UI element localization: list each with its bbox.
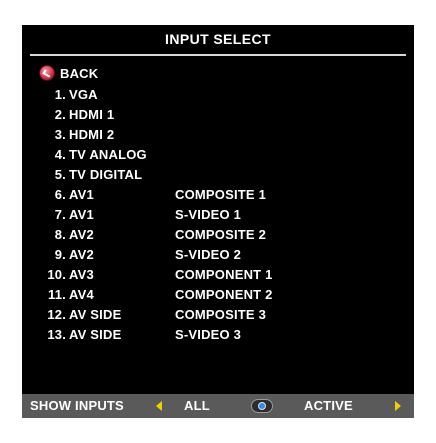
input-name: TV ANALOG <box>69 147 147 162</box>
input-item-av2-svideo[interactable]: 9. AV2 S-VIDEO 2 <box>22 245 414 265</box>
show-inputs-bar: SHOW INPUTS ALL ACTIVE <box>22 394 414 418</box>
arrow-left-icon[interactable] <box>156 401 162 411</box>
input-name: VGA <box>69 87 98 102</box>
input-type: COMPOSITE 2 <box>175 227 267 242</box>
input-type: S-VIDEO 1 <box>175 207 242 222</box>
input-item-av1-svideo[interactable]: 7. AV1 S-VIDEO 1 <box>22 205 414 225</box>
show-active-option[interactable]: ACTIVE <box>304 394 353 418</box>
input-item-av-side-composite[interactable]: 12. AV SIDE COMPOSITE 3 <box>22 305 414 325</box>
input-item-hdmi-1[interactable]: 2. HDMI 1 <box>22 105 414 125</box>
input-number: 4. <box>54 147 66 162</box>
input-name: AV3 <box>69 267 94 282</box>
input-item-hdmi-2[interactable]: 3. HDMI 2 <box>22 125 414 145</box>
input-type: COMPONENT 2 <box>175 287 273 302</box>
title-divider <box>30 54 406 56</box>
input-number: 11. <box>48 287 66 302</box>
input-item-av2-composite[interactable]: 8. AV2 COMPOSITE 2 <box>22 225 414 245</box>
show-all-option[interactable]: ALL <box>184 394 210 418</box>
input-name: HDMI 1 <box>69 107 115 122</box>
menu-title: INPUT SELECT <box>165 31 271 47</box>
input-type: COMPOSITE 3 <box>175 307 267 322</box>
input-item-av-side-svideo[interactable]: 13. AV SIDE S-VIDEO 3 <box>22 325 414 345</box>
input-type: COMPOSITE 1 <box>175 187 267 202</box>
back-icon <box>40 66 54 80</box>
remote-ok-icon <box>251 399 273 413</box>
input-type: S-VIDEO 3 <box>175 327 242 342</box>
input-number: 3. <box>54 127 66 142</box>
input-number: 8. <box>54 227 66 242</box>
arrow-right-icon[interactable] <box>395 401 401 411</box>
input-number: 2. <box>54 107 66 122</box>
input-item-av3-component[interactable]: 10. AV3 COMPONENT 1 <box>22 265 414 285</box>
input-number: 6. <box>54 187 66 202</box>
input-type: COMPONENT 1 <box>175 267 273 282</box>
input-name: AV1 <box>69 187 94 202</box>
input-item-tv-digital[interactable]: 5. TV DIGITAL <box>22 165 414 185</box>
input-list: 1. VGA 2. HDMI 1 3. HDMI 2 4. TV ANALOG … <box>22 85 414 345</box>
input-item-vga[interactable]: 1. VGA <box>22 85 414 105</box>
input-number: 5. <box>54 167 66 182</box>
back-button[interactable]: BACK <box>40 65 98 81</box>
input-item-tv-analog[interactable]: 4. TV ANALOG <box>22 145 414 165</box>
input-number: 13. <box>47 327 66 342</box>
input-number: 12. <box>47 307 66 322</box>
input-item-av1-composite[interactable]: 6. AV1 COMPOSITE 1 <box>22 185 414 205</box>
input-name: AV SIDE <box>69 307 122 322</box>
input-select-menu: INPUT SELECT BACK 1. VGA 2. HDMI 1 3. HD… <box>22 25 414 418</box>
input-number: 1. <box>54 87 66 102</box>
input-name: AV SIDE <box>69 327 122 342</box>
input-name: AV4 <box>69 287 94 302</box>
input-name: AV2 <box>69 227 94 242</box>
input-number: 9. <box>54 247 66 262</box>
back-label: BACK <box>60 65 99 81</box>
input-number: 10. <box>47 267 66 282</box>
input-number: 7. <box>54 207 66 222</box>
input-name: HDMI 2 <box>69 127 115 142</box>
input-name: AV1 <box>69 207 94 222</box>
show-inputs-label: SHOW INPUTS <box>30 398 124 413</box>
input-name: TV DIGITAL <box>69 167 143 182</box>
input-name: AV2 <box>69 247 94 262</box>
input-type: S-VIDEO 2 <box>175 247 242 262</box>
input-item-av4-component[interactable]: 11. AV4 COMPONENT 2 <box>22 285 414 305</box>
